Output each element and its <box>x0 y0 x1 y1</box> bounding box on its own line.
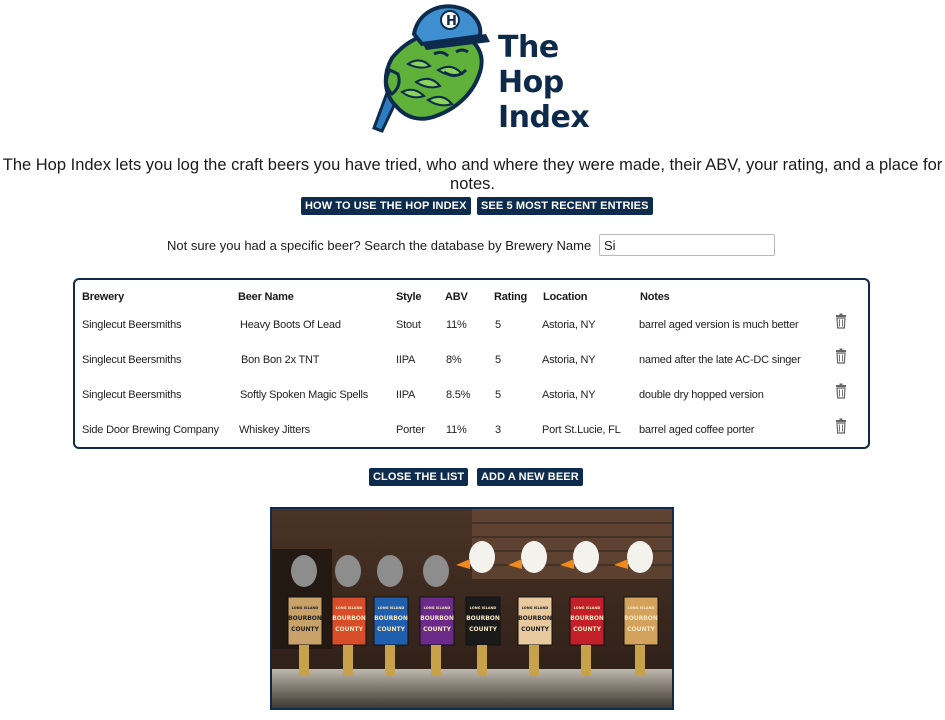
trash-icon[interactable] <box>835 348 847 364</box>
cell-brewery: Singlecut Beersmiths <box>82 319 182 331</box>
cell-brewery: Singlecut Beersmiths <box>82 389 182 401</box>
see-recent-entries-button[interactable]: SEE 5 MOST RECENT ENTRIES <box>477 197 653 215</box>
tap-label-text: LONG ISLAND <box>424 606 451 610</box>
header-location: Location <box>543 291 588 303</box>
cell-abv: 11% <box>446 424 467 436</box>
tap-label-text: LONG ISLAND <box>292 606 319 610</box>
header-style: Style <box>396 291 422 303</box>
cell-location: Astoria, NY <box>542 319 596 331</box>
cell-abv: 11% <box>446 319 467 331</box>
cell-beer-name: Heavy Boots Of Lead <box>240 319 341 331</box>
tap-label-text: BOURBON <box>570 615 604 622</box>
tap-label-text: BOURBON <box>288 615 322 622</box>
cell-notes: double dry hopped version <box>639 389 764 401</box>
tap-label-text: BOURBON <box>624 615 658 622</box>
header-abv: ABV <box>445 291 468 303</box>
cell-rating: 5 <box>495 354 501 366</box>
tap-label-text: COUNTY <box>291 626 319 633</box>
search-label: Not sure you had a specific beer? Search… <box>167 238 592 253</box>
cell-abv: 8% <box>446 354 462 366</box>
cell-notes: barrel aged coffee porter <box>639 424 755 436</box>
tap-label-text: LONG ISLAND <box>378 606 405 610</box>
tap-label-text: LONG ISLAND <box>628 606 655 610</box>
hop-index-logo: H The Hop Index <box>362 0 590 140</box>
tap-label-text: COUNTY <box>521 626 549 633</box>
cell-beer-name: Softly Spoken Magic Spells <box>240 389 369 401</box>
header-brewery: Brewery <box>82 291 125 303</box>
cell-rating: 5 <box>495 389 501 401</box>
tap-label-text: COUNTY <box>573 626 601 633</box>
tap-label-text: BOURBON <box>374 615 408 622</box>
hop-mascot-icon: H <box>372 4 490 133</box>
cell-location: Astoria, NY <box>542 354 596 366</box>
tap-label-text: LONG ISLAND <box>336 606 363 610</box>
tap-label-text: COUNTY <box>469 626 497 633</box>
cell-brewery: Side Door Brewing Company <box>82 424 219 436</box>
header-rating: Rating <box>494 291 528 303</box>
svg-text:H: H <box>446 14 457 29</box>
cell-style: Porter <box>396 424 425 436</box>
close-list-button[interactable]: CLOSE THE LIST <box>369 468 469 486</box>
tap-label-text: LONG ISLAND <box>522 606 549 610</box>
beer-list-table: Brewery Beer Name Style ABV Rating Locat… <box>73 278 870 449</box>
cell-abv: 8.5% <box>446 389 471 401</box>
how-to-use-button[interactable]: HOW TO USE THE HOP INDEX <box>301 197 471 215</box>
header-notes: Notes <box>640 291 670 303</box>
tap-label-text: COUNTY <box>377 626 405 633</box>
logo-title-index: Index <box>498 100 590 135</box>
cell-beer-name: Whiskey Jitters <box>239 424 310 436</box>
cell-style: IIPA <box>396 389 416 401</box>
tap-label-text: BOURBON <box>332 615 366 622</box>
cell-notes: barrel aged version is much better <box>639 319 799 331</box>
tap-label-text: BOURBON <box>466 615 500 622</box>
cell-style: Stout <box>396 319 421 331</box>
tap-label-text: COUNTY <box>423 626 451 633</box>
trash-icon[interactable] <box>835 313 847 329</box>
tap-label-text: BOURBON <box>420 615 454 622</box>
intro-text: The Hop Index lets you log the craft bee… <box>2 156 943 193</box>
logo-title-hop: Hop <box>498 65 564 100</box>
cell-rating: 3 <box>495 424 501 436</box>
trash-icon[interactable] <box>835 383 847 399</box>
cell-notes: named after the late AC-DC singer <box>639 354 801 366</box>
cell-brewery: Singlecut Beersmiths <box>82 354 182 366</box>
beer-tap-handles-image: LONG ISLAND BOURBON COUNTY LONG ISLAND BOURB… <box>272 509 672 708</box>
cell-style: IIPA <box>396 354 416 366</box>
tap-label-text: LONG ISLAND <box>574 606 601 610</box>
beer-taps-photo: LONG ISLAND BOURBON COUNTY LONG ISLAND BOURB… <box>270 507 674 710</box>
tap-label-text: COUNTY <box>627 626 655 633</box>
cell-location: Port St.Lucie, FL <box>542 424 621 436</box>
cell-location: Astoria, NY <box>542 389 596 401</box>
cell-beer-name: Bon Bon 2x TNT <box>241 354 320 366</box>
logo-title-the: The <box>498 30 559 65</box>
brewery-search-input[interactable] <box>599 234 775 256</box>
tap-label-text: COUNTY <box>335 626 363 633</box>
trash-icon[interactable] <box>835 418 847 434</box>
cell-rating: 5 <box>495 319 501 331</box>
add-new-beer-button[interactable]: ADD A NEW BEER <box>477 468 583 486</box>
header-beer-name: Beer Name <box>238 291 294 303</box>
tap-label-text: LONG ISLAND <box>470 606 497 610</box>
tap-label-text: BOURBON <box>518 615 552 622</box>
